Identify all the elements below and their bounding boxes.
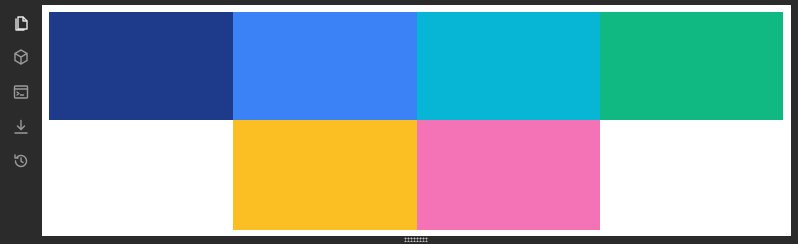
preview-panel	[42, 5, 791, 236]
history-icon[interactable]	[11, 151, 31, 171]
package-icon[interactable]	[11, 47, 31, 67]
color-swatch-blue	[233, 12, 417, 120]
right-edge	[791, 0, 798, 244]
resize-handle[interactable]	[404, 237, 428, 242]
activity-sidebar	[0, 0, 42, 244]
color-swatch-navy	[49, 12, 233, 120]
color-swatch-green	[600, 12, 783, 120]
terminal-icon[interactable]	[11, 82, 31, 102]
download-icon[interactable]	[11, 117, 31, 137]
color-swatch-yellow	[233, 120, 417, 230]
files-icon[interactable]	[11, 13, 31, 33]
color-swatch-cyan	[417, 12, 600, 120]
color-swatch-pink	[417, 120, 600, 230]
